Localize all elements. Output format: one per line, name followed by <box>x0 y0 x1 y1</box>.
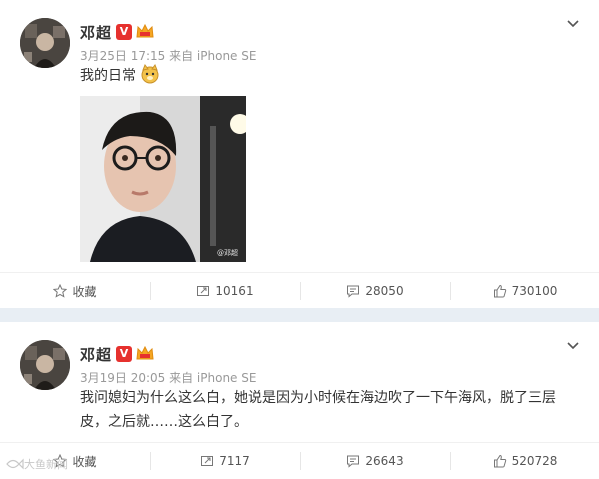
vip-crown-icon[interactable] <box>135 344 155 362</box>
comment-icon <box>347 285 360 298</box>
repost-count: 10161 <box>215 284 254 298</box>
page-watermark-text: 大鱼新闻 <box>24 458 68 471</box>
chevron-down-icon[interactable] <box>565 338 581 354</box>
repost-button[interactable]: 10161 <box>150 273 300 309</box>
post-text: 我问媳妇为什么这么白，她说是因为小时候在海边吹了一下午海风，脱了三层 皮，之后就… <box>80 386 585 434</box>
page-watermark: 大鱼新闻 <box>6 456 68 472</box>
post-separator <box>0 308 599 322</box>
thumbs-up-icon <box>493 284 506 298</box>
repost-count: 7117 <box>219 454 250 468</box>
weibo-post: 邓超 V 3月25日 17:15 来自 iPhone SE 我的日常 @邓超 收… <box>0 0 599 308</box>
post-text-line: 皮，之后就……这么白了。 <box>80 414 248 430</box>
post-photo[interactable]: @邓超 <box>80 96 246 262</box>
thumbs-up-icon <box>493 454 506 468</box>
verified-icon: V <box>116 346 132 362</box>
chevron-down-icon[interactable] <box>565 16 581 32</box>
photo-watermark: @邓超 <box>217 249 238 257</box>
post-text-body: 我的日常 <box>80 68 136 84</box>
author-name[interactable]: 邓超 <box>80 22 112 43</box>
favorite-label: 收藏 <box>72 284 97 299</box>
repost-icon <box>201 456 214 466</box>
post-text-line: 我问媳妇为什么这么白，她说是因为小时候在海边吹了一下午海风，脱了三层 <box>80 390 556 406</box>
comment-icon <box>347 455 360 468</box>
avatar[interactable] <box>20 340 70 390</box>
post-meta: 3月25日 17:15 来自 iPhone SE <box>80 49 257 63</box>
like-count: 520728 <box>511 454 558 468</box>
weibo-post: 邓超 V 3月19日 20:05 来自 iPhone SE 我问媳妇为什么这么白… <box>0 322 599 478</box>
comment-count: 26643 <box>365 454 404 468</box>
repost-icon <box>197 286 210 296</box>
comment-button[interactable]: 28050 <box>300 273 450 309</box>
vip-crown-icon[interactable] <box>135 22 155 40</box>
repost-button[interactable]: 7117 <box>150 443 300 479</box>
like-button[interactable]: 730100 <box>450 273 599 309</box>
like-count: 730100 <box>511 284 558 298</box>
action-bar: 收藏 10161 28050 730100 <box>0 272 599 309</box>
avatar[interactable] <box>20 18 70 68</box>
action-bar: 收藏 7117 26643 520728 <box>0 442 599 479</box>
like-button[interactable]: 520728 <box>450 443 599 479</box>
post-meta: 3月19日 20:05 来自 iPhone SE <box>80 371 257 385</box>
comment-button[interactable]: 26643 <box>300 443 450 479</box>
doge-emoji-icon <box>141 63 159 84</box>
favorite-label: 收藏 <box>72 454 97 469</box>
verified-icon: V <box>116 24 132 40</box>
post-text: 我的日常 <box>80 63 160 88</box>
author-name[interactable]: 邓超 <box>80 344 112 365</box>
star-icon <box>53 284 68 298</box>
favorite-button[interactable]: 收藏 <box>0 273 150 309</box>
fish-logo-icon <box>6 458 24 470</box>
comment-count: 28050 <box>365 284 404 298</box>
